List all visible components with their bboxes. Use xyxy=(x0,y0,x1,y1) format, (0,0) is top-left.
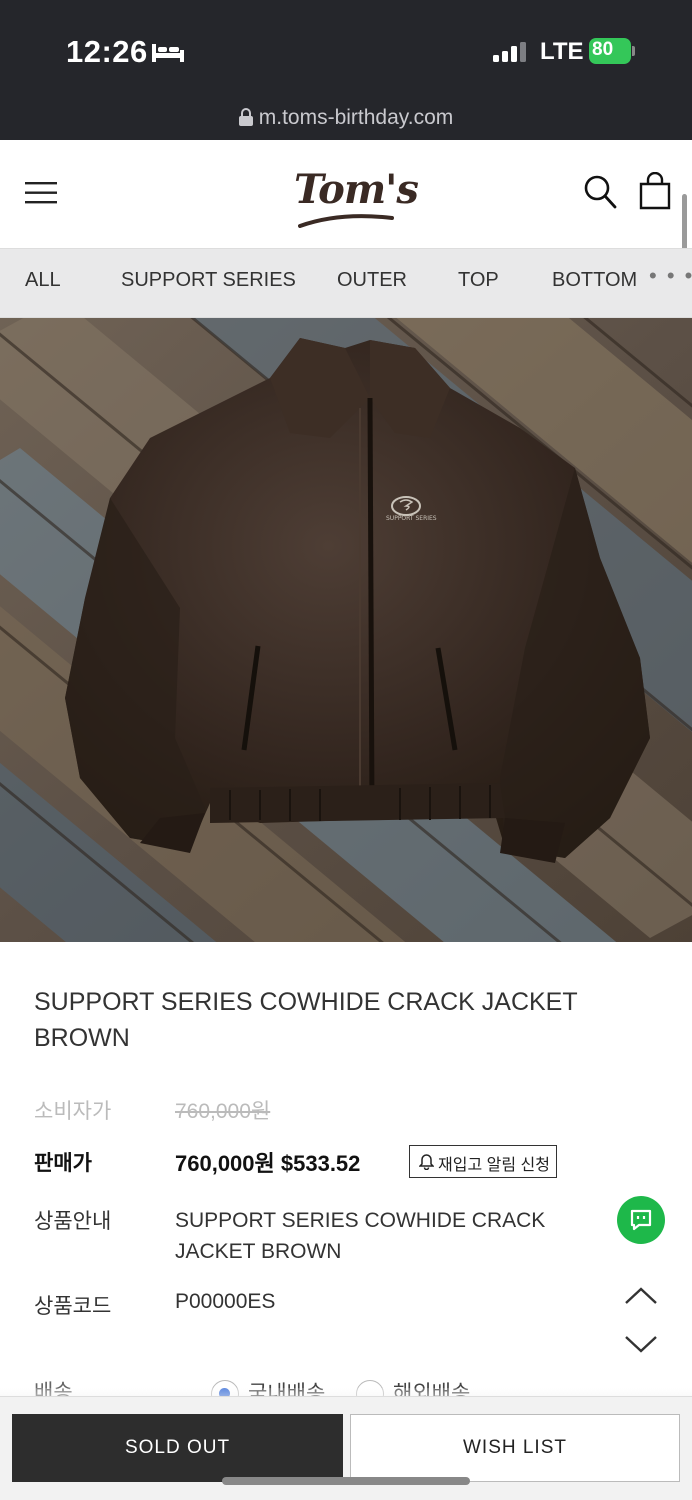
browser-url-bar[interactable]: m.toms-birthday.com xyxy=(0,96,692,140)
product-code-value: P00000ES xyxy=(175,1290,276,1313)
battery-level: 80 xyxy=(592,39,614,60)
tab-outer[interactable]: OUTER xyxy=(337,269,407,292)
category-tabs: ALL SUPPORT SERIES OUTER TOP BOTTOM • • … xyxy=(0,248,692,318)
sale-price-label: 판매가 xyxy=(34,1152,92,1175)
hamburger-menu-icon[interactable] xyxy=(25,180,57,206)
bell-icon xyxy=(419,1154,434,1170)
bottom-action-bar: SOLD OUT WISH LIST xyxy=(0,1396,692,1500)
jacket-photo: SUPPORT SERIES xyxy=(0,318,692,942)
tab-bottom[interactable]: BOTTOM xyxy=(552,269,637,292)
signal-icon xyxy=(493,42,526,62)
scroll-down-icon[interactable] xyxy=(624,1334,658,1354)
description-value: SUPPORT SERIES COWHIDE CRACK JACKET BROW… xyxy=(175,1209,546,1263)
product-title: SUPPORT SERIES COWHIDE CRACK JACKET BROW… xyxy=(34,988,578,1052)
jacket-logo-text: SUPPORT SERIES xyxy=(386,515,437,522)
tab-top[interactable]: TOP xyxy=(458,269,499,292)
scroll-up-icon[interactable] xyxy=(624,1286,658,1306)
wish-list-button[interactable]: WISH LIST xyxy=(350,1414,680,1482)
consumer-price-label: 소비자가 xyxy=(34,1100,112,1123)
site-logo[interactable]: Tom's xyxy=(294,162,419,232)
sleep-focus-icon xyxy=(152,44,184,62)
sale-price-value: 760,000원 $533.52 xyxy=(175,1151,361,1176)
tab-support-series[interactable]: SUPPORT SERIES xyxy=(121,269,296,292)
restock-button-label: 재입고 알림 신청 xyxy=(438,1157,550,1174)
logo-swash xyxy=(298,214,394,228)
site-header: Tom's xyxy=(0,140,692,246)
battery-indicator: 80 xyxy=(589,38,635,64)
chat-button[interactable] xyxy=(617,1196,665,1244)
product-code-label: 상품코드 xyxy=(34,1295,112,1318)
logo-text: Tom's xyxy=(294,166,419,213)
restock-notify-button[interactable]: 재입고 알림 신청 xyxy=(409,1145,557,1178)
home-indicator[interactable] xyxy=(222,1477,470,1485)
sold-out-button[interactable]: SOLD OUT xyxy=(12,1414,343,1482)
status-bar: 12:26 LTE 80 xyxy=(0,0,692,96)
status-time: 12:26 xyxy=(66,34,148,69)
description-label: 상품안내 xyxy=(34,1210,112,1233)
tab-all[interactable]: ALL xyxy=(25,269,61,292)
network-type: LTE xyxy=(540,38,584,65)
consumer-price-value: 760,000원 xyxy=(175,1100,271,1123)
lock-icon xyxy=(238,108,253,126)
url-text[interactable]: m.toms-birthday.com xyxy=(259,106,454,129)
chat-icon xyxy=(630,1209,652,1231)
product-image[interactable]: SUPPORT SERIES xyxy=(0,318,692,942)
shopping-bag-icon[interactable] xyxy=(638,172,672,210)
more-tabs-icon[interactable]: • • • xyxy=(645,263,692,289)
search-icon[interactable] xyxy=(583,174,617,210)
